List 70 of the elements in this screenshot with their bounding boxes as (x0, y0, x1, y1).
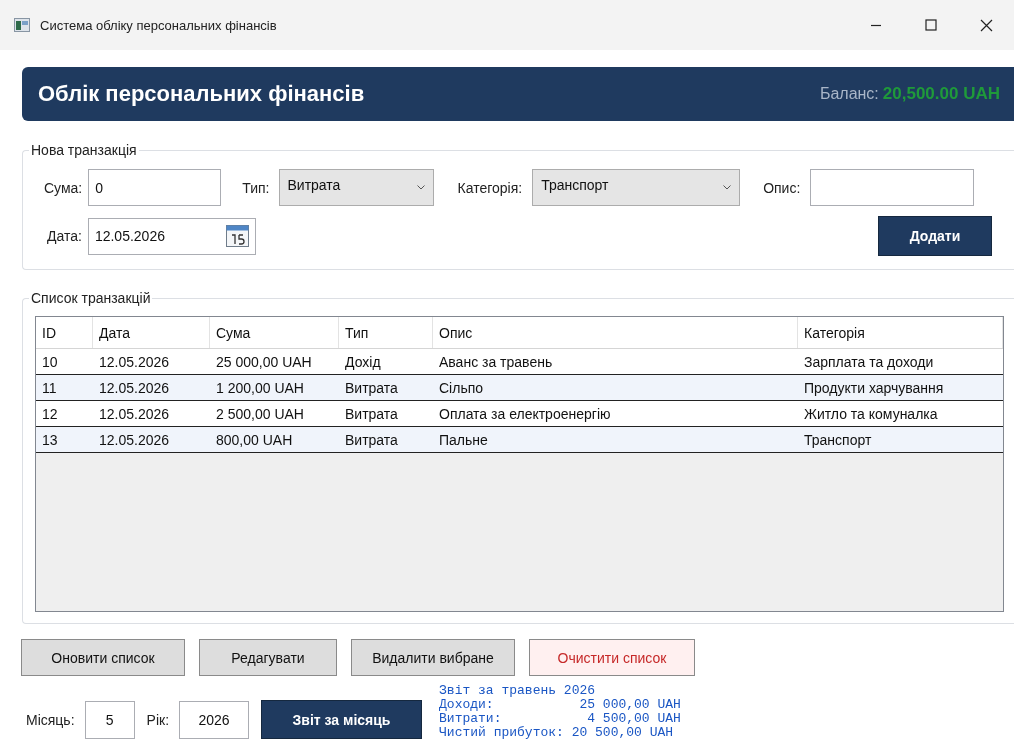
action-button[interactable]: Оновити список (21, 639, 185, 676)
table-cell-text: Продукти харчування (803, 379, 945, 396)
report-line: Звіт за травень 2026 (439, 684, 597, 698)
column-header[interactable]: Опис (433, 317, 798, 348)
clear-button[interactable]: Очистити список (529, 639, 695, 676)
table-cell-text: 12.05.2026 (98, 353, 171, 370)
caret-icon (723, 185, 732, 190)
table-cell-text: 12.05.2026 (98, 431, 171, 448)
field-label: Тип: (242, 179, 270, 196)
field-label: Рік: (146, 711, 170, 728)
table-cell-text: Пальне (438, 431, 489, 448)
table-cell-text: 13 (41, 431, 59, 448)
table-cell-text: Витрата (344, 431, 399, 448)
type-dropdown[interactable]: Витрата (278, 169, 434, 206)
description-field[interactable] (810, 169, 975, 206)
table-cell-text: 11 (41, 379, 58, 396)
column-header[interactable]: ID (36, 317, 93, 348)
category-dropdown[interactable]: Транспорт (532, 169, 741, 206)
table-cell-text: 12.05.2026 (98, 379, 171, 396)
column-header[interactable]: Тип (339, 317, 433, 348)
table-cell-text: 25 000,00 UAH (215, 353, 313, 370)
table-cell-text: Зарплата та доходи (803, 353, 935, 370)
table-cell-text: Сільпо (438, 379, 485, 396)
table-cell-text: Витрата (344, 379, 399, 396)
table-cell-text: Житло та комуналка (803, 405, 939, 422)
table-cell-text: 2 500,00 UAH (215, 405, 305, 422)
table-cell-text: 10 (41, 353, 59, 370)
report-button[interactable]: Звіт за місяць (261, 700, 423, 739)
year-field[interactable]: 2026 (179, 700, 250, 739)
amount-field[interactable]: 0 (88, 169, 222, 206)
field-label: Опис: (763, 179, 801, 196)
table-cell-text: Транспорт (803, 431, 873, 448)
table-cell-text: 12 (41, 405, 59, 422)
month-field[interactable]: 5 (84, 700, 135, 739)
close-icon[interactable] (980, 18, 993, 32)
app-icon (14, 18, 30, 32)
date-picker[interactable]: 12.05.2026 (87, 217, 256, 255)
table-row[interactable]: 12 12.05.2026 2 500,00 UAH Витрата Оплата за електроенергію Житло та комуналка (36, 401, 1003, 427)
caret-icon (416, 185, 425, 190)
field-label: Дата: (47, 228, 82, 244)
calendar-icon[interactable] (225, 225, 249, 247)
field-label: Категорія: (457, 179, 523, 196)
table-row[interactable]: 13 12.05.2026 800,00 UAH Витрата Пальне Транспорт (36, 427, 1003, 453)
table-cell-text: Витрата (344, 405, 399, 422)
column-header[interactable]: Категорія (798, 317, 1003, 348)
table-row[interactable]: 10 12.05.2026 25 000,00 UAH Дохід Аванс за травень Зарплата та доходи (36, 349, 1003, 375)
table-row[interactable]: 11 12.05.2026 1 200,00 UAH Витрата Сільпо Продукти харчування (36, 375, 1003, 401)
group-title: Нова транзакція (29, 142, 139, 158)
table-cell-text: 800,00 UAH (215, 431, 294, 448)
report-line: Доходи: 25 000,00 UAH (439, 698, 681, 712)
table-cell-text: 12.05.2026 (98, 405, 171, 422)
window-title: Система обліку персональних фінансів (40, 17, 278, 33)
table-cell-text: Дохід (344, 353, 382, 370)
balance-label: Баланс: (819, 85, 879, 103)
add-button[interactable]: Додати (878, 216, 992, 256)
table-cell-text: Аванс за травень (438, 353, 554, 370)
group-title: Список транзакцій (29, 290, 153, 306)
action-button[interactable]: Видалити вибране (351, 639, 515, 676)
column-header[interactable]: Дата (93, 317, 210, 348)
column-header[interactable]: Сума (210, 317, 339, 348)
report-line: Чистий прибуток: 20 500,00 UAH (439, 726, 675, 740)
report-line: Витрати: 4 500,00 UAH (439, 712, 681, 726)
app-heading: Облік персональних фінансів (38, 81, 366, 107)
balance-value: 20,500.00 UAH (882, 84, 1000, 104)
table-cell-text: 1 200,00 UAH (215, 379, 305, 396)
maximize-icon[interactable] (925, 18, 937, 31)
field-label: Сума: (44, 179, 83, 196)
table-cell-text: Оплата за електроенергію (438, 405, 612, 422)
action-button[interactable]: Редагувати (199, 639, 337, 676)
field-label: Місяць: (26, 711, 75, 728)
